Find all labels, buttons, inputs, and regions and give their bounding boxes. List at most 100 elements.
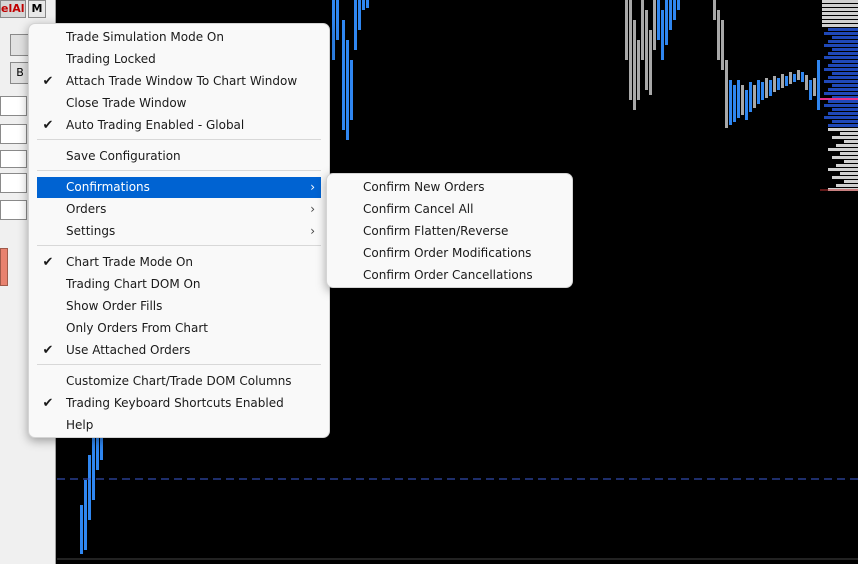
volume-profile-bar [822, 24, 858, 27]
volume-profile-bar [822, 0, 858, 3]
menu-item-save-configuration[interactable]: Save Configuration [37, 146, 321, 167]
cancel-all-button[interactable]: elAll [0, 0, 26, 18]
volume-profile-bar [832, 60, 858, 63]
submenu-item-confirm-new-orders[interactable]: Confirm New Orders [333, 176, 566, 198]
menu-item-only-orders-from-chart[interactable]: Only Orders From Chart [37, 318, 321, 339]
price-bar [366, 0, 369, 8]
volume-profile-bar [832, 176, 858, 179]
menu-item-label: Save Configuration [66, 149, 181, 163]
field[interactable] [0, 200, 27, 220]
field[interactable] [0, 150, 27, 168]
menu-item-label: Show Order Fills [66, 299, 163, 313]
volume-profile-bar [832, 108, 858, 111]
menu-item-use-attached-orders[interactable]: ✔ Use Attached Orders [37, 340, 321, 361]
volume-profile-bar [840, 132, 858, 135]
menu-item-confirmations[interactable]: Confirmations › [37, 177, 321, 198]
volume-profile-bar [824, 104, 858, 107]
menu-item-attach-trade-window-to-chart-window[interactable]: ✔ Attach Trade Window To Chart Window [37, 71, 321, 92]
b-button[interactable]: B [10, 62, 30, 84]
price-bar [669, 0, 672, 30]
price-bar [332, 0, 335, 60]
price-bar [661, 10, 664, 60]
volume-profile-bar [828, 76, 858, 79]
menu-item-trading-locked[interactable]: Trading Locked [37, 49, 321, 70]
price-bar [733, 85, 736, 122]
volume-profile-bar [832, 72, 858, 75]
volume-profile-bar [828, 124, 858, 127]
price-field[interactable] [0, 124, 27, 144]
menu-item-orders[interactable]: Orders › [37, 199, 321, 220]
sell-button[interactable] [0, 248, 8, 286]
menu-separator [37, 139, 321, 140]
menu-item-label: Trading Locked [66, 52, 156, 66]
volume-profile-bar [824, 92, 858, 95]
volume-profile-bar [824, 80, 858, 83]
menu-item-label: Orders [66, 202, 107, 216]
menu-item-label: Auto Trading Enabled - Global [66, 118, 245, 132]
volume-profile-bar [822, 8, 858, 11]
menu-item-trading-keyboard-shortcuts-enabled[interactable]: ✔ Trading Keyboard Shortcuts Enabled [37, 393, 321, 414]
submenu-item-confirm-order-modifications[interactable]: Confirm Order Modifications [333, 242, 566, 264]
price-bar [649, 30, 652, 95]
small-button[interactable] [10, 34, 30, 56]
menu-item-show-order-fills[interactable]: Show Order Fills [37, 296, 321, 317]
price-bar [817, 60, 820, 110]
submenu-item-confirm-flatten-reverse[interactable]: Confirm Flatten/Reverse [333, 220, 566, 242]
volume-profile-bar [832, 48, 858, 51]
submenu-item-label: Confirm Order Modifications [363, 246, 532, 260]
menu-item-help[interactable]: Help [37, 415, 321, 436]
menu-item-label: Confirmations [66, 180, 150, 194]
price-bar [725, 60, 728, 128]
m-button[interactable]: M [28, 0, 46, 18]
volume-profile-bar [828, 112, 858, 115]
menu-item-trading-chart-dom-on[interactable]: Trading Chart DOM On [37, 274, 321, 295]
menu-item-trade-simulation-mode-on[interactable]: Trade Simulation Mode On [37, 27, 321, 48]
volume-profile-bar [824, 68, 858, 71]
menu-item-auto-trading-enabled-global[interactable]: ✔ Auto Trading Enabled - Global [37, 115, 321, 136]
volume-profile-bar [824, 116, 858, 119]
volume-profile-bar [836, 144, 858, 147]
price-bar [673, 0, 676, 20]
price-bar [346, 40, 349, 140]
checkmark-icon: ✔ [42, 74, 54, 89]
menu-separator [37, 245, 321, 246]
volume-profile-bar [832, 120, 858, 123]
quantity-field[interactable] [0, 96, 27, 116]
menu-item-chart-trade-mode-on[interactable]: ✔ Chart Trade Mode On [37, 252, 321, 273]
submenu-item-label: Confirm Flatten/Reverse [363, 224, 509, 238]
checkmark-icon: ✔ [42, 396, 54, 411]
price-bar [809, 80, 812, 100]
volume-profile-bar [828, 52, 858, 55]
menu-item-label: Settings [66, 224, 116, 238]
price-bar [789, 72, 792, 84]
price-bar [753, 85, 756, 108]
price-bar [633, 20, 636, 110]
checkmark-icon: ✔ [42, 343, 54, 358]
price-bar [653, 0, 656, 50]
submenu-item-confirm-cancel-all[interactable]: Confirm Cancel All [333, 198, 566, 220]
menu-item-customize-chart-trade-dom-columns[interactable]: Customize Chart/Trade DOM Columns [37, 371, 321, 392]
price-bar [88, 455, 91, 520]
volume-profile-bar [824, 32, 858, 35]
menu-item-settings[interactable]: Settings › [37, 221, 321, 242]
menu-item-close-trade-window[interactable]: Close Trade Window [37, 93, 321, 114]
submenu-item-confirm-order-cancellations[interactable]: Confirm Order Cancellations [333, 264, 566, 286]
price-bar [813, 78, 816, 96]
price-bar [350, 60, 353, 120]
menu-separator [37, 170, 321, 171]
price-bar [749, 82, 752, 112]
price-bar [793, 74, 796, 82]
poc-line [820, 98, 858, 100]
menu-item-label: Customize Chart/Trade DOM Columns [66, 374, 292, 388]
field[interactable] [0, 173, 27, 193]
menu-item-label: Attach Trade Window To Chart Window [66, 74, 298, 88]
price-bar [625, 0, 628, 60]
volume-profile-bar [824, 56, 858, 59]
price-bar [358, 0, 361, 30]
volume-profile-bar [832, 156, 858, 159]
price-bar [745, 90, 748, 120]
price-bar [769, 80, 772, 96]
volume-profile-bar [828, 148, 858, 151]
chevron-right-icon: › [310, 202, 315, 216]
volume-profile-bar [828, 128, 858, 131]
